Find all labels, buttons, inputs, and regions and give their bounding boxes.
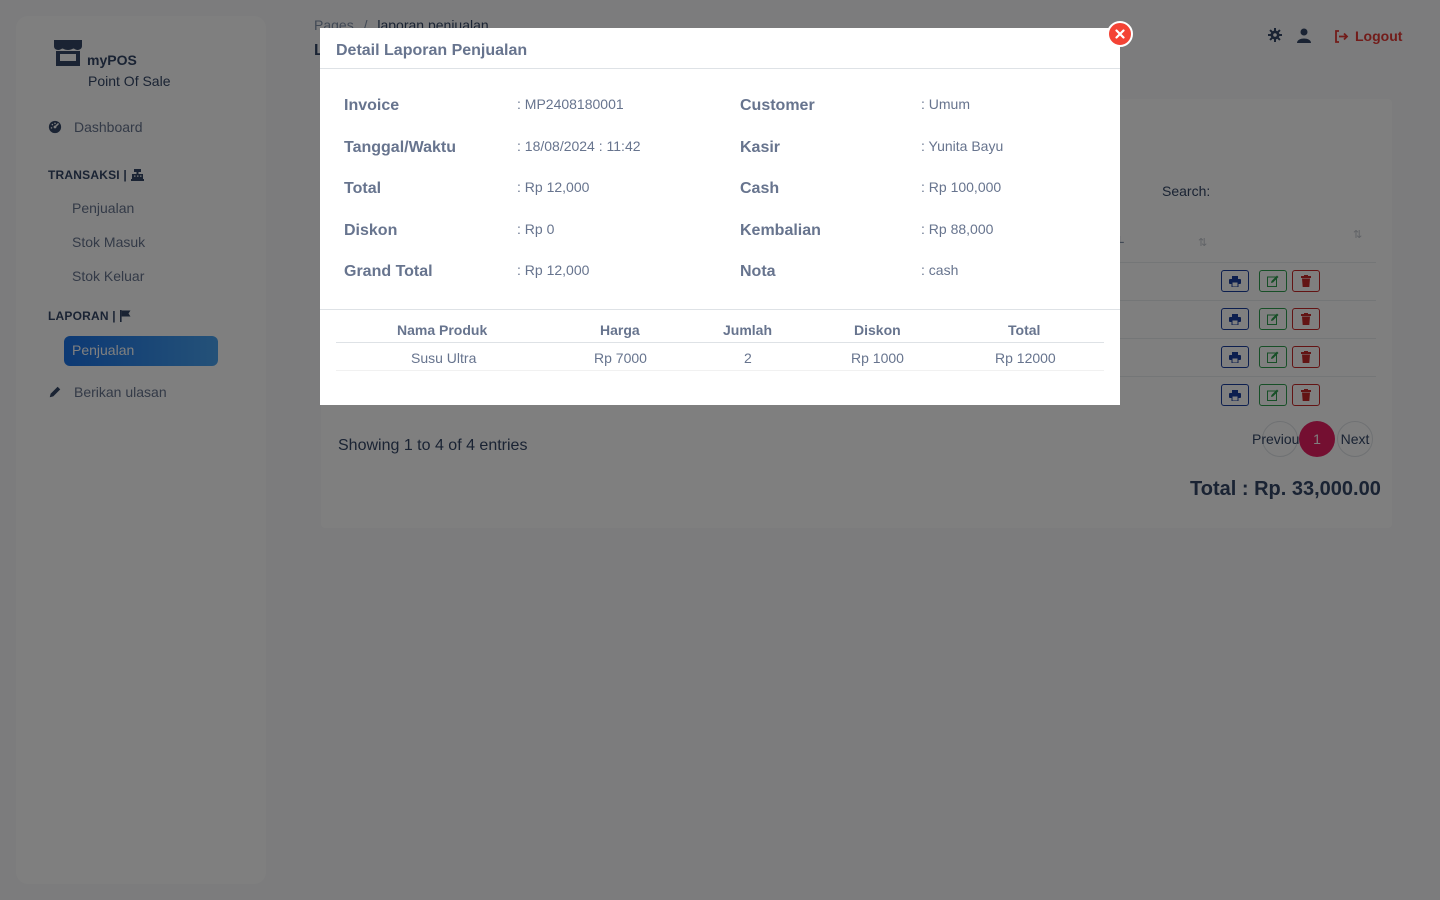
label-diskon: Diskon — [344, 222, 398, 239]
value-customer: : Umum — [921, 96, 970, 112]
label-customer: Customer — [740, 97, 815, 114]
items-header-harga: Harga — [600, 322, 640, 338]
items-header-jumlah: Jumlah — [723, 322, 773, 338]
label-kasir: Kasir — [740, 139, 781, 156]
modal-divider — [320, 309, 1120, 310]
label-nota: Nota — [740, 263, 776, 280]
value-nota: : cash — [921, 262, 959, 278]
value-kembalian: : Rp 88,000 — [921, 221, 994, 237]
item-nama-produk: Susu Ultra — [411, 350, 477, 366]
value-diskon: : Rp 0 — [517, 221, 555, 237]
items-header-divider — [336, 342, 1104, 343]
items-header-total: Total — [1008, 322, 1041, 338]
label-grand-total: Grand Total — [344, 263, 433, 280]
modal-title: Detail Laporan Penjualan — [336, 42, 528, 59]
label-invoice: Invoice — [344, 97, 400, 114]
item-harga: Rp 7000 — [594, 350, 647, 366]
detail-modal: Detail Laporan Penjualan Invoice : MP240… — [320, 28, 1120, 405]
items-row-divider — [336, 370, 1104, 371]
label-cash: Cash — [740, 180, 780, 197]
value-cash: : Rp 100,000 — [921, 179, 1002, 195]
label-total: Total — [344, 180, 382, 197]
modal-header: Detail Laporan Penjualan — [320, 28, 1120, 69]
items-header-nama-produk: Nama Produk — [397, 322, 488, 338]
label-kembalian: Kembalian — [740, 222, 821, 239]
value-grand-total: : Rp 12,000 — [517, 262, 590, 278]
item-jumlah: 2 — [744, 350, 752, 366]
close-modal-button[interactable] — [1107, 21, 1133, 47]
value-kasir: : Yunita Bayu — [921, 138, 1004, 154]
value-invoice: : MP2408180001 — [517, 96, 624, 112]
items-header-diskon: Diskon — [854, 322, 901, 338]
close-icon — [1115, 29, 1125, 39]
value-total: : Rp 12,000 — [517, 179, 590, 195]
value-tanggal-waktu: : 18/08/2024 : 11:42 — [517, 138, 641, 154]
item-diskon: Rp 1000 — [851, 350, 904, 366]
item-total: Rp 12000 — [995, 350, 1056, 366]
label-tanggal-waktu: Tanggal/Waktu — [344, 139, 456, 156]
